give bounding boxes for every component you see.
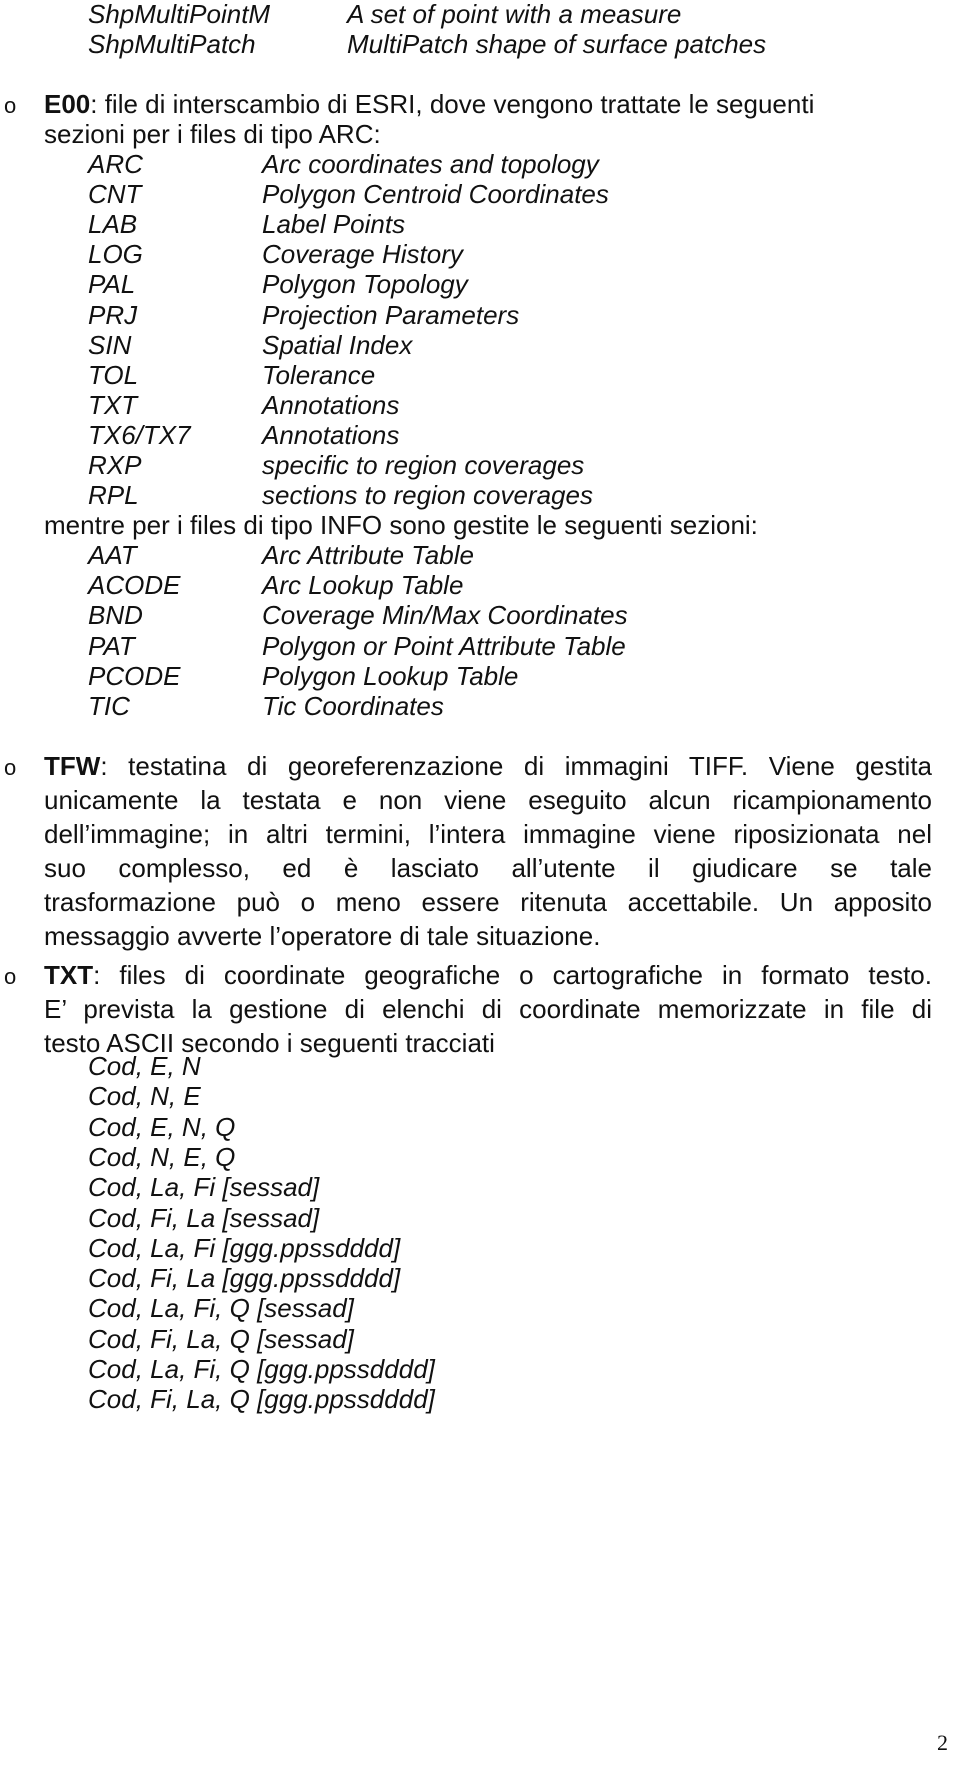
arc-section-desc: Annotations (262, 419, 400, 450)
txt-format-item: Cod, La, Fi [sessad] (88, 1172, 320, 1203)
txt-format-item: Cod, La, Fi [ggg.ppssdddd] (88, 1232, 401, 1263)
txt-paragraph: TXT: files di coordinate geografiche o c… (44, 958, 932, 1060)
txt-format-item: Cod, E, N, Q (88, 1111, 236, 1142)
info-section-code: AAT (88, 540, 137, 570)
arc-section-desc: Coverage History (262, 239, 463, 270)
txt-format-item: Cod, Fi, La [ggg.ppssdddd] (88, 1263, 401, 1294)
info-section-desc: Arc Attribute Table (262, 540, 474, 570)
info-section-code: BND (88, 600, 143, 631)
tfw-line-text: : testatina di georeferenzazione di imma… (100, 751, 932, 781)
bullet-icon: o (4, 755, 17, 780)
tfw-keyword: TFW (44, 751, 101, 781)
info-section-code: TIC (88, 691, 130, 721)
shp-code: ShpMultiPatch (88, 29, 256, 59)
txt-format-item: Cod, Fi, La, Q [sessad] (88, 1323, 354, 1354)
arc-section-code: TXT (88, 389, 138, 420)
info-section-desc: Arc Lookup Table (262, 570, 464, 601)
info-section-desc: Polygon or Point Attribute Table (262, 630, 626, 661)
arc-section-code: PRJ (88, 299, 138, 330)
tfw-line: unicamente la testata e non viene esegui… (44, 785, 932, 815)
tfw-line: dell’immagine; in altri termini, l’inter… (44, 819, 932, 849)
info-section-desc: Tic Coordinates (262, 691, 444, 721)
arc-section-desc: Projection Parameters (262, 299, 520, 330)
arc-section-code: ARC (88, 149, 143, 179)
tfw-line: TFW: testatina di georeferenzazione di i… (44, 749, 932, 783)
txt-format-item: Cod, N, E, Q (88, 1141, 236, 1172)
arc-section-desc: specific to region coverages (262, 450, 585, 480)
arc-section-code: TOL (88, 359, 139, 390)
tfw-line: messaggio avverte l’operatore di tale si… (44, 921, 601, 951)
txt-format-item: Cod, La, Fi, Q [sessad] (88, 1293, 354, 1324)
info-section-desc: Polygon Lookup Table (262, 660, 519, 691)
arc-section-desc: Polygon Topology (262, 269, 468, 300)
bullet-icon: o (4, 964, 17, 989)
arc-section-code: TX6/TX7 (88, 419, 191, 450)
info-intro: mentre per i files di tipo INFO sono ges… (44, 510, 758, 540)
arc-section-desc: Tolerance (262, 359, 376, 390)
page-number: 2 (937, 1730, 948, 1755)
arc-section-desc: Spatial Index (262, 329, 413, 360)
shp-desc: MultiPatch shape of surface patches (347, 29, 767, 59)
txt-line: E’ prevista la gestione di elenchi di co… (44, 994, 932, 1024)
e00-intro-line1: E00: file di interscambio di ESRI, dove … (44, 87, 814, 121)
info-section-desc: Coverage Min/Max Coordinates (262, 600, 628, 631)
e00-keyword: E00 (44, 89, 91, 119)
arc-section-code: LOG (88, 239, 143, 270)
info-section-code: PAT (88, 630, 135, 661)
info-section-code: ACODE (88, 570, 181, 601)
arc-section-desc: Arc coordinates and topology (262, 149, 599, 179)
info-section-code: PCODE (88, 660, 181, 691)
txt-format-item: Cod, N, E (88, 1081, 201, 1112)
txt-format-item: Cod, E, N (88, 1051, 201, 1081)
arc-section-code: LAB (88, 209, 138, 240)
e00-intro-text: : file di interscambio di ESRI, dove ven… (90, 89, 815, 119)
arc-section-code: RXP (88, 450, 142, 480)
arc-section-code: PAL (88, 269, 136, 300)
arc-section-desc: sections to region coverages (262, 480, 593, 511)
tfw-paragraph: TFW: testatina di georeferenzazione di i… (44, 749, 932, 953)
txt-line-text: : files di coordinate geografiche o cart… (93, 960, 932, 990)
arc-section-code: SIN (88, 329, 132, 360)
e00-intro-line2: sezioni per i files di tipo ARC: (44, 119, 381, 149)
tfw-line: suo complesso, ed è lasciato all’utente … (44, 853, 932, 883)
txt-keyword: TXT (44, 960, 94, 990)
txt-format-item: Cod, Fi, La [sessad] (88, 1202, 320, 1233)
arc-section-code: RPL (88, 480, 139, 511)
txt-format-item: Cod, Fi, La, Q [ggg.ppssdddd] (88, 1384, 435, 1415)
txt-line: TXT: files di coordinate geografiche o c… (44, 958, 932, 992)
tfw-line: trasformazione può o meno essere ritenut… (44, 887, 932, 917)
arc-section-code: CNT (88, 179, 142, 210)
txt-format-item: Cod, La, Fi, Q [ggg.ppssdddd] (88, 1354, 435, 1384)
arc-section-desc: Label Points (262, 209, 406, 240)
arc-section-desc: Annotations (262, 389, 400, 420)
arc-section-desc: Polygon Centroid Coordinates (262, 179, 609, 210)
bullet-icon: o (4, 93, 17, 118)
